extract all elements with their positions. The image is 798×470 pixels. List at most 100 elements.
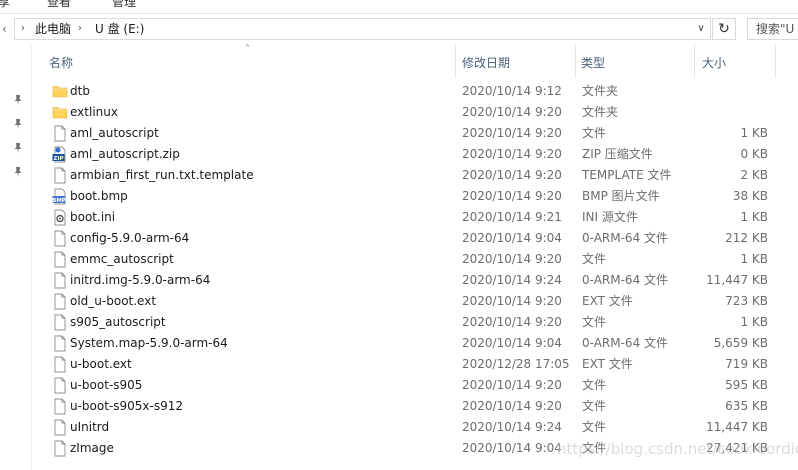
file-row[interactable]: u-boot-s905x-s912 2020/10/14 9:20 文件 635 KB: [0, 396, 798, 417]
svg-text:ZIP: ZIP: [53, 156, 63, 162]
file-modified-date: 2020/10/14 9:20: [462, 294, 562, 308]
file-type: 文件夹: [582, 105, 619, 119]
breadcrumb-usb-drive[interactable]: U 盘 (E:): [95, 19, 144, 39]
file-row[interactable]: old_u-boot.ext 2020/10/14 9:20 EXT 文件 723 K…: [0, 291, 798, 312]
file-row[interactable]: s905_autoscript 2020/10/14 9:20 文件 1 KB: [0, 312, 798, 333]
file-modified-date: 2020/10/14 9:20: [462, 168, 562, 182]
refresh-button[interactable]: ↻: [712, 18, 736, 40]
file-modified-date: 2020/10/14 9:24: [462, 420, 562, 434]
column-header-name-label: 名称: [49, 56, 74, 70]
column-header-date-label: 修改日期: [462, 56, 511, 70]
column-header-type[interactable]: 类型: [576, 44, 694, 78]
file-icon: [52, 230, 68, 247]
chevron-down-icon[interactable]: ∨: [692, 19, 710, 39]
file-name: armbian_first_run.txt.template: [70, 168, 254, 182]
file-modified-date: 2020/10/14 9:20: [462, 147, 562, 161]
file-row[interactable]: u-boot-s905 2020/10/14 9:20 文件 595 KB: [0, 375, 798, 396]
file-modified-date: 2020/10/14 9:04: [462, 441, 562, 455]
file-type: 文件: [582, 399, 607, 413]
file-row[interactable]: dtb 2020/10/14 9:12 文件夹: [0, 81, 798, 102]
file-row[interactable]: uInitrd 2020/10/14 9:24 文件 11,447 KB: [0, 417, 798, 438]
file-name: u-boot.ext: [70, 357, 132, 371]
file-row[interactable]: ZIP aml_autoscript.zip 2020/10/14 9:20 ZIP …: [0, 144, 798, 165]
file-name: uInitrd: [70, 420, 110, 434]
file-modified-date: 2020/10/14 9:04: [462, 231, 562, 245]
file-type: BMP 图片文件: [582, 189, 660, 203]
file-size: 11,447 KB: [706, 273, 768, 287]
file-modified-date: 2020/10/14 9:20: [462, 189, 562, 203]
file-icon: [52, 293, 68, 310]
search-input[interactable]: 搜索"U: [747, 18, 798, 40]
chevron-right-icon[interactable]: ›: [21, 19, 25, 39]
file-row[interactable]: System.map-5.9.0-arm-64 2020/10/14 9:04 0-…: [0, 333, 798, 354]
file-size: 1 KB: [740, 126, 768, 140]
file-name: aml_autoscript.zip: [70, 147, 180, 161]
file-name: boot.bmp: [70, 189, 128, 203]
file-modified-date: 2020/10/14 9:20: [462, 252, 562, 266]
file-size: 0 KB: [740, 147, 768, 161]
file-icon: [52, 398, 68, 415]
file-modified-date: 2020/10/14 9:20: [462, 378, 562, 392]
file-name: s905_autoscript: [70, 315, 166, 329]
svg-text:BMP: BMP: [52, 198, 66, 204]
file-name: emmc_autoscript: [70, 252, 174, 266]
watermark: https://blog.csdn.net/cookieordion: [557, 440, 798, 458]
file-type: 文件: [582, 252, 607, 266]
file-icon: [52, 377, 68, 394]
file-name: aml_autoscript: [70, 126, 159, 140]
bmp-icon: BMP: [52, 188, 68, 205]
file-modified-date: 2020/10/14 9:20: [462, 315, 562, 329]
file-type: 文件: [582, 420, 607, 434]
breadcrumb-this-pc[interactable]: 此电脑: [35, 19, 71, 39]
file-row[interactable]: u-boot.ext 2020/12/28 17:05 EXT 文件 719 KB: [0, 354, 798, 375]
file-icon: [52, 272, 68, 289]
file-icon: [52, 125, 68, 142]
refresh-icon: ↻: [718, 21, 730, 37]
file-size: 11,447 KB: [706, 420, 768, 434]
file-icon: [52, 419, 68, 436]
file-name: dtb: [70, 84, 90, 98]
file-row[interactable]: extlinux 2020/10/14 9:20 文件夹: [0, 102, 798, 123]
ribbon-tab-manage[interactable]: 管理: [112, 0, 136, 10]
file-row[interactable]: config-5.9.0-arm-64 2020/10/14 9:04 0-ARM-…: [0, 228, 798, 249]
search-placeholder: 搜索"U: [756, 22, 795, 36]
file-modified-date: 2020/10/14 9:04: [462, 336, 562, 350]
chevron-left-icon[interactable]: ‹: [2, 19, 14, 39]
file-name: System.map-5.9.0-arm-64: [70, 336, 228, 350]
file-row[interactable]: initrd.img-5.9.0-arm-64 2020/10/14 9:24 0-…: [0, 270, 798, 291]
file-icon: [52, 356, 68, 373]
ribbon-tab-share[interactable]: 享: [0, 0, 10, 10]
file-modified-date: 2020/10/14 9:21: [462, 210, 562, 224]
file-size: 1 KB: [740, 252, 768, 266]
file-name: extlinux: [70, 105, 118, 119]
file-row[interactable]: BMP boot.bmp 2020/10/14 9:20 BMP 图片文件 38 KB: [0, 186, 798, 207]
column-separator[interactable]: [775, 44, 776, 78]
file-modified-date: 2020/10/14 9:20: [462, 126, 562, 140]
file-row[interactable]: boot.ini 2020/10/14 9:21 INI 源文件 1 KB: [0, 207, 798, 228]
ini-icon: [52, 209, 68, 226]
file-row[interactable]: armbian_first_run.txt.template 2020/10/14…: [0, 165, 798, 186]
file-row[interactable]: emmc_autoscript 2020/10/14 9:20 文件 1 KB: [0, 249, 798, 270]
file-size: 1 KB: [740, 210, 768, 224]
file-modified-date: 2020/10/14 9:24: [462, 273, 562, 287]
file-size: 2 KB: [740, 168, 768, 182]
file-row[interactable]: aml_autoscript 2020/10/14 9:20 文件 1 KB: [0, 123, 798, 144]
file-size: 38 KB: [732, 189, 768, 203]
ribbon-tab-view[interactable]: 查看: [47, 0, 71, 10]
file-name: zImage: [70, 441, 114, 455]
file-type: 0-ARM-64 文件: [582, 231, 669, 245]
file-name: u-boot-s905x-s912: [70, 399, 184, 413]
column-header-date[interactable]: 修改日期: [456, 44, 575, 78]
folder-icon: [52, 104, 68, 121]
chevron-right-icon[interactable]: ›: [78, 19, 82, 39]
file-name: u-boot-s905: [70, 378, 143, 392]
file-size: 595 KB: [725, 378, 768, 392]
column-header-size[interactable]: 大小: [695, 44, 775, 78]
file-modified-date: 2020/10/14 9:12: [462, 84, 562, 98]
file-icon: [52, 314, 68, 331]
column-header-name[interactable]: 名称: [40, 44, 455, 78]
address-bar[interactable]: › 此电脑 › U 盘 (E:) ∨: [14, 18, 711, 40]
file-type: 文件夹: [582, 84, 619, 98]
file-name: boot.ini: [70, 210, 116, 224]
file-type: INI 源文件: [582, 210, 638, 224]
